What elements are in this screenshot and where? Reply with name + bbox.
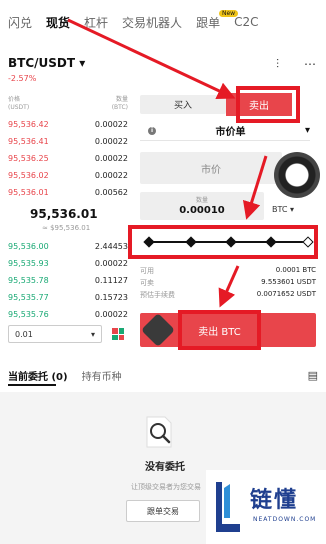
tab-spot[interactable]: 现货: [46, 14, 70, 31]
tab-holdings[interactable]: 持有币种: [82, 368, 122, 383]
candlestick-icon[interactable]: ⫶: [276, 57, 279, 72]
percent-slider[interactable]: [128, 225, 318, 259]
pair-symbol: BTC/USDT: [8, 56, 76, 70]
price-header: 价格 (USDT): [8, 96, 30, 111]
ask-qty: 0.00022: [94, 137, 128, 146]
top-tab-bar: 闪兑 现货 杠杆 交易机器人 跟单 C2C: [0, 0, 326, 44]
bid-qty: 0.00022: [94, 310, 128, 319]
available-row: 可用 0.0001 BTC: [140, 266, 316, 276]
orderbook-layout-icon[interactable]: [112, 328, 124, 340]
decimals-value: 0.01: [15, 329, 33, 339]
pair-selector[interactable]: BTC/USDT ▾: [8, 56, 85, 70]
mid-price-usd: ≈ $95,536.01: [42, 224, 91, 232]
more-icon[interactable]: ⋯: [304, 57, 316, 71]
tab-open-orders[interactable]: 当前委托 (0): [8, 368, 68, 383]
order-type-label: 市价单: [215, 127, 246, 138]
fee-label: 预估手续费: [140, 291, 175, 299]
ask-row[interactable]: 95,536.02 0.00022: [8, 171, 128, 180]
bid-qty: 0.11127: [94, 276, 128, 285]
bid-row[interactable]: 95,535.93 0.00022: [8, 259, 128, 268]
fee-value: 0.0071652 USDT: [256, 290, 316, 298]
ask-row[interactable]: 95,536.41 0.00022: [8, 137, 128, 146]
bid-price: 95,535.93: [8, 259, 49, 268]
slider-stop-25[interactable]: [185, 236, 197, 248]
tab-trading-bot[interactable]: 交易机器人: [122, 14, 182, 31]
caret-down-icon: ▾: [79, 56, 86, 70]
watermark: 链懂 NEATDOWN.COM: [206, 470, 326, 544]
bid-price: 95,536.00: [8, 242, 49, 251]
floating-assistant-icon[interactable]: [274, 152, 320, 198]
slider-stop-50[interactable]: [225, 236, 237, 248]
orderbook-header: 价格 (USDT) 数量 (BTC): [8, 96, 128, 112]
sell-btc-button[interactable]: 卖出 BTC: [178, 310, 261, 350]
bid-row[interactable]: 95,535.77 0.15723: [8, 293, 128, 302]
caret-down-icon: ▾: [90, 329, 95, 339]
quantity-label: 数量: [195, 197, 208, 204]
watermark-logo: [216, 482, 240, 532]
ask-price: 95,536.01: [8, 188, 49, 197]
mid-price: 95,536.01: [30, 207, 98, 221]
bid-row[interactable]: 95,536.00 2.44453: [8, 242, 128, 251]
top-icons: ⫶ ⋯: [276, 56, 316, 72]
order-type-select[interactable]: i 市价单 ▾: [140, 121, 310, 141]
orders-tab-bar: 当前委托 (0) 持有币种 ▤: [8, 368, 318, 383]
caret-down-icon: ▾: [290, 205, 295, 214]
watermark-subtitle: NEATDOWN.COM: [253, 516, 317, 523]
available-value: 0.0001 BTC: [275, 266, 316, 274]
ask-qty: 0.00022: [94, 171, 128, 180]
ask-price: 95,536.41: [8, 137, 49, 146]
available-label: 可用: [140, 267, 154, 275]
qty-header: 数量 (BTC): [111, 96, 128, 111]
bid-price: 95,535.78: [8, 276, 49, 285]
ask-qty: 0.00022: [94, 120, 128, 129]
annotation-box-sell-tab: [236, 86, 300, 123]
bid-price: 95,535.77: [8, 293, 49, 302]
quantity-value: 0.00010: [179, 205, 225, 216]
document-icon[interactable]: ▤: [308, 369, 318, 382]
tab-margin[interactable]: 杠杆: [84, 14, 108, 31]
tab-c2c[interactable]: C2C: [234, 15, 258, 29]
bid-price: 95,535.76: [8, 310, 49, 319]
sellable-row: 可卖 9.553601 USDT: [140, 278, 316, 288]
slider-stop-75[interactable]: [265, 236, 277, 248]
bid-row[interactable]: 95,535.78 0.11127: [8, 276, 128, 285]
pair-change: -2.57%: [8, 74, 37, 83]
tab-flash-swap[interactable]: 闪兑: [8, 14, 32, 31]
bid-qty: 2.44453: [94, 242, 128, 251]
new-badge: New: [219, 10, 239, 17]
watermark-title: 链懂: [250, 488, 299, 513]
bid-qty: 0.00022: [94, 259, 128, 268]
ask-row[interactable]: 95,536.25 0.00022: [8, 154, 128, 163]
slider-handle[interactable]: [302, 236, 314, 248]
bid-qty: 0.15723: [94, 293, 128, 302]
price-input[interactable]: 市价: [140, 152, 282, 184]
copy-trading-button[interactable]: 跟单交易: [126, 500, 200, 522]
buy-tab[interactable]: 买入: [140, 95, 226, 114]
ask-row[interactable]: 95,536.01 0.00562: [8, 188, 128, 197]
slider-stop-0[interactable]: [143, 236, 155, 248]
sellable-value: 9.553601 USDT: [261, 278, 316, 286]
caret-down-icon: ▾: [304, 125, 310, 136]
bid-row[interactable]: 95,535.76 0.00022: [8, 310, 128, 319]
sellable-label: 可卖: [140, 279, 154, 287]
search-document-icon: [146, 416, 172, 448]
decimals-select[interactable]: 0.01 ▾: [8, 325, 102, 343]
ask-price: 95,536.25: [8, 154, 49, 163]
fee-row: 预估手续费 0.0071652 USDT: [140, 290, 316, 300]
quantity-input[interactable]: 数量 0.00010: [140, 192, 264, 220]
ask-price: 95,536.42: [8, 120, 49, 129]
ask-price: 95,536.02: [8, 171, 49, 180]
tab-copy-trading[interactable]: 跟单: [196, 14, 220, 31]
ask-row[interactable]: 95,536.42 0.00022: [8, 120, 128, 129]
ask-qty: 0.00562: [94, 188, 128, 197]
quantity-unit-select[interactable]: BTC ▾: [272, 205, 294, 214]
ask-qty: 0.00022: [94, 154, 128, 163]
info-icon[interactable]: i: [148, 126, 156, 135]
active-tab-underline: [8, 384, 56, 386]
quantity-unit: BTC: [272, 205, 288, 214]
